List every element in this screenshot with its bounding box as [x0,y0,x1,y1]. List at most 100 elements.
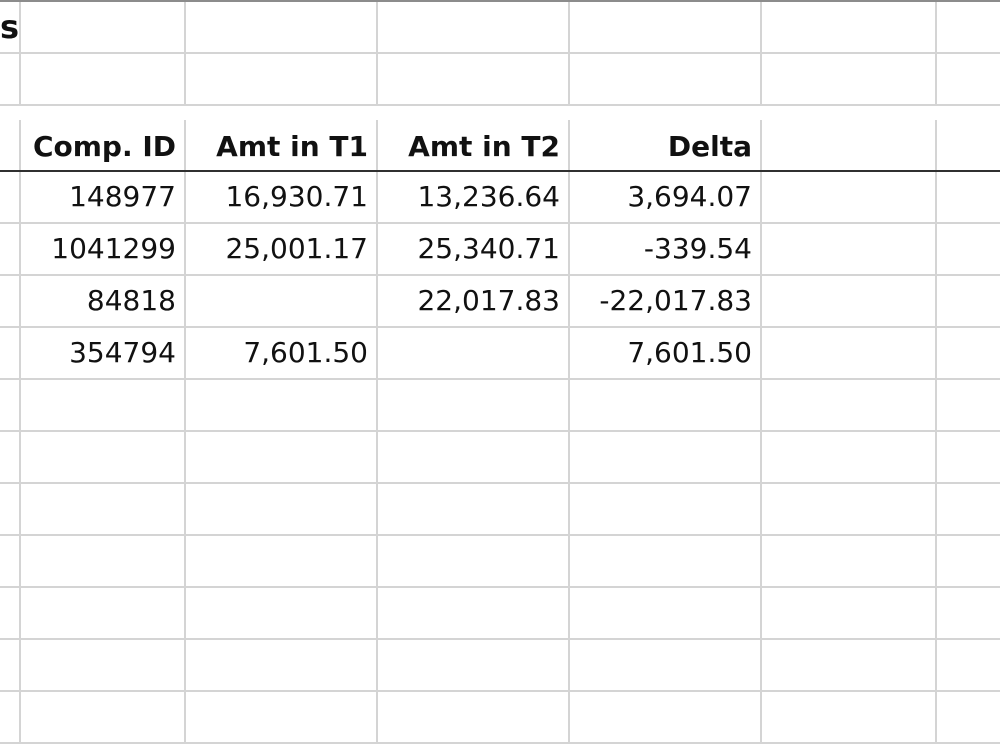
header-amt-t1[interactable]: Amt in T1 [186,120,378,170]
header-amt-t2[interactable]: Amt in T2 [378,120,570,170]
delta-cell[interactable]: -22,017.83 [570,276,762,326]
cell[interactable] [378,432,570,482]
cell[interactable] [0,172,21,222]
cell[interactable] [0,692,21,742]
cell[interactable] [762,380,937,430]
delta-cell[interactable]: 3,694.07 [570,172,762,222]
cell[interactable] [0,588,21,638]
cell[interactable] [570,54,762,104]
cell[interactable] [186,588,378,638]
cell[interactable] [186,692,378,742]
amt-t2-cell[interactable]: 13,236.64 [378,172,570,222]
delta-cell[interactable]: -339.54 [570,224,762,274]
delta-cell[interactable]: 7,601.50 [570,328,762,378]
header-comp-id[interactable]: Comp. ID [21,120,186,170]
cell[interactable] [186,484,378,534]
amt-t1-cell[interactable] [186,276,378,326]
header-delta[interactable]: Delta [570,120,762,170]
title-cell[interactable]: s [0,2,21,52]
cell[interactable] [378,2,570,52]
comp-id-cell[interactable]: 354794 [21,328,186,378]
comp-id-cell[interactable]: 84818 [21,276,186,326]
cell[interactable] [937,536,1000,586]
cell[interactable] [378,536,570,586]
cell[interactable] [937,120,1000,170]
comp-id-cell[interactable]: 1041299 [21,224,186,274]
cell[interactable] [0,432,21,482]
cell[interactable] [21,640,186,690]
cell[interactable] [762,536,937,586]
cell[interactable] [762,276,937,326]
cell[interactable] [937,432,1000,482]
cell[interactable] [21,692,186,742]
cell[interactable] [0,380,21,430]
cell[interactable] [378,380,570,430]
cell[interactable] [186,640,378,690]
cell[interactable] [0,328,21,378]
cell[interactable] [570,484,762,534]
cell[interactable] [21,380,186,430]
amt-t1-cell[interactable]: 16,930.71 [186,172,378,222]
cell[interactable] [0,276,21,326]
cell[interactable] [378,692,570,742]
cell[interactable] [378,640,570,690]
cell[interactable] [937,2,1000,52]
amt-t1-cell[interactable]: 25,001.17 [186,224,378,274]
cell[interactable] [186,536,378,586]
cell[interactable] [937,692,1000,742]
cell[interactable] [186,432,378,482]
cell[interactable] [937,588,1000,638]
cell[interactable] [0,640,21,690]
amt-t2-cell[interactable] [378,328,570,378]
cell[interactable] [21,484,186,534]
cell[interactable] [937,172,1000,222]
cell[interactable] [21,588,186,638]
amt-t2-cell[interactable]: 25,340.71 [378,224,570,274]
cell[interactable] [378,54,570,104]
comp-id-cell[interactable]: 148977 [21,172,186,222]
cell[interactable] [570,380,762,430]
cell[interactable] [570,692,762,742]
cell[interactable] [21,2,186,52]
cell[interactable] [0,54,21,104]
cell[interactable] [186,2,378,52]
cell[interactable] [0,120,21,170]
cell[interactable] [186,380,378,430]
cell[interactable] [762,484,937,534]
grid-row-empty [0,536,1000,588]
cell[interactable] [937,328,1000,378]
cell[interactable] [570,2,762,52]
cell[interactable] [937,380,1000,430]
cell[interactable] [21,432,186,482]
cell[interactable] [937,484,1000,534]
cell[interactable] [21,54,186,104]
cell[interactable] [762,224,937,274]
cell[interactable] [0,536,21,586]
cell[interactable] [937,54,1000,104]
amt-t2-cell[interactable]: 22,017.83 [378,276,570,326]
cell[interactable] [0,224,21,274]
cell[interactable] [937,224,1000,274]
cell[interactable] [21,536,186,586]
cell[interactable] [762,120,937,170]
cell[interactable] [378,588,570,638]
cell[interactable] [378,484,570,534]
cell[interactable] [570,588,762,638]
cell[interactable] [762,432,937,482]
cell[interactable] [762,588,937,638]
cell[interactable] [762,640,937,690]
grid-row-1: s [0,2,1000,54]
cell[interactable] [937,276,1000,326]
amt-t1-cell[interactable]: 7,601.50 [186,328,378,378]
cell[interactable] [762,54,937,104]
cell[interactable] [762,172,937,222]
cell[interactable] [762,692,937,742]
cell[interactable] [570,640,762,690]
cell[interactable] [570,432,762,482]
cell[interactable] [0,484,21,534]
cell[interactable] [937,640,1000,690]
cell[interactable] [762,328,937,378]
cell[interactable] [762,2,937,52]
cell[interactable] [570,536,762,586]
cell[interactable] [186,54,378,104]
